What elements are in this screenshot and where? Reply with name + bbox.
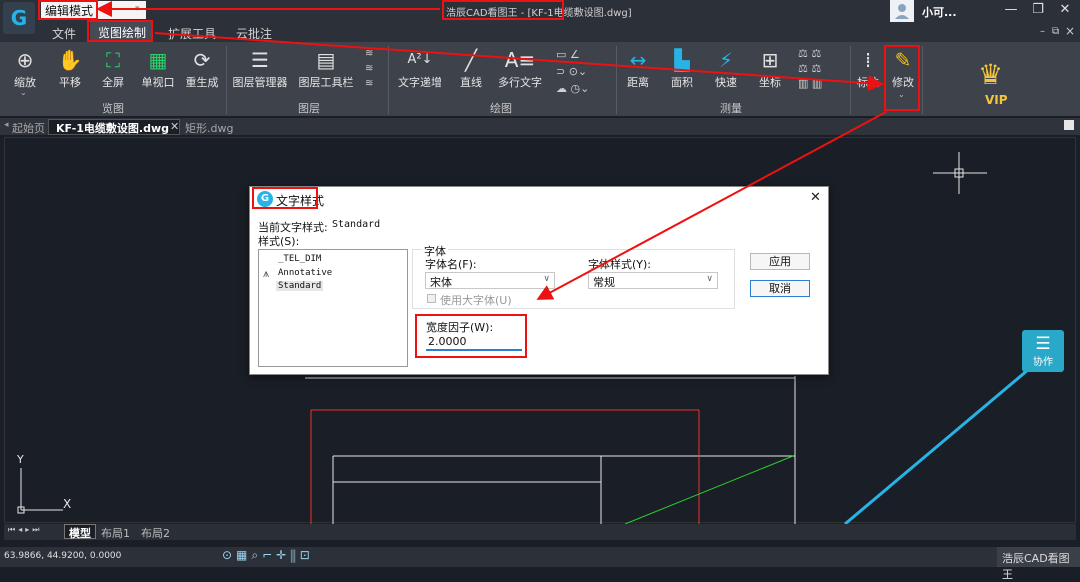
app-logo-icon[interactable]: G <box>3 2 35 34</box>
annotation-arrows <box>96 1 887 300</box>
